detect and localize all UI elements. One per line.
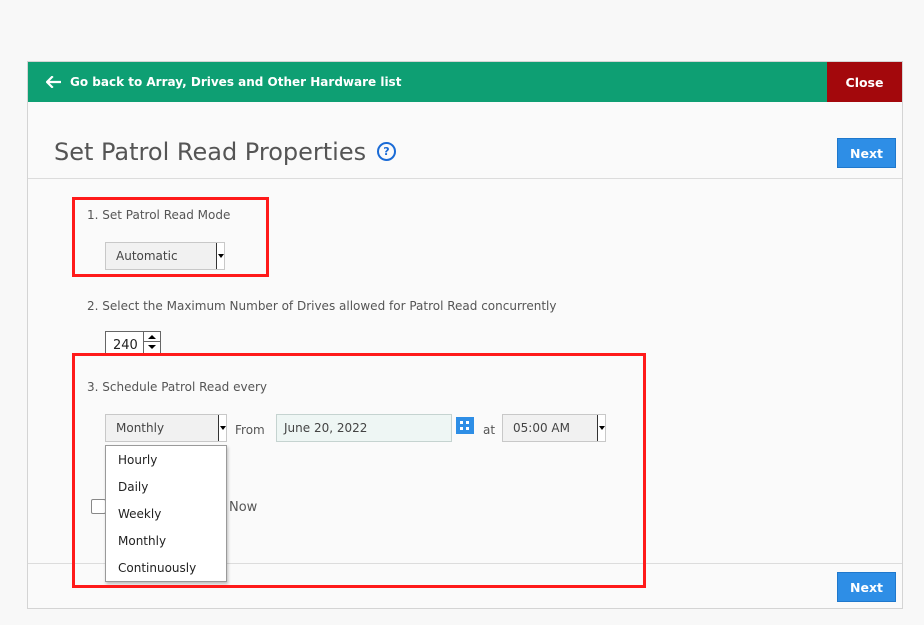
from-label: From (235, 423, 265, 437)
frequency-option-continuously[interactable]: Continuously (106, 554, 226, 581)
frequency-option-weekly[interactable]: Weekly (106, 500, 226, 527)
frequency-dropdown-list: Hourly Daily Weekly Monthly Continuously (105, 445, 227, 582)
next-button-bottom[interactable]: Next (837, 572, 896, 602)
max-drives-value: 240 (113, 338, 138, 353)
help-icon[interactable]: ? (377, 142, 396, 161)
patrol-mode-value: Automatic (116, 249, 178, 263)
at-label: at (483, 423, 496, 437)
page-title: Set Patrol Read Properties (54, 138, 367, 166)
time-value: 05:00 AM (513, 421, 570, 435)
arrow-left-icon (46, 76, 61, 88)
start-now-label: Now (229, 500, 258, 515)
calendar-icon[interactable] (456, 417, 474, 434)
frequency-value: Monthly (116, 421, 165, 435)
frequency-option-hourly[interactable]: Hourly (106, 446, 226, 473)
back-link[interactable]: Go back to Array, Drives and Other Hardw… (46, 62, 401, 102)
max-drives-label: 2. Select the Maximum Number of Drives a… (87, 299, 557, 313)
patrol-mode-label: 1. Set Patrol Read Mode (87, 208, 231, 222)
frequency-option-daily[interactable]: Daily (106, 473, 226, 500)
chevron-down-icon (216, 243, 224, 269)
frequency-option-monthly[interactable]: Monthly (106, 527, 226, 554)
chevron-down-icon (218, 415, 226, 441)
patrol-mode-select[interactable]: Automatic (105, 242, 225, 270)
next-button-top[interactable]: Next (837, 138, 896, 168)
close-button[interactable]: Close (827, 62, 902, 102)
patrol-read-panel: Go back to Array, Drives and Other Hardw… (27, 61, 903, 609)
start-date-field[interactable]: June 20, 2022 (276, 414, 452, 442)
stepper-up-icon[interactable] (144, 332, 160, 342)
header-divider (28, 178, 902, 179)
schedule-label: 3. Schedule Patrol Read every (87, 380, 268, 394)
top-bar: Go back to Array, Drives and Other Hardw… (28, 62, 902, 102)
stepper-down-icon[interactable] (144, 342, 160, 352)
max-drives-stepper[interactable]: 240 (105, 331, 161, 354)
time-select[interactable]: 05:00 AM (502, 414, 606, 442)
chevron-down-icon (597, 415, 605, 441)
back-link-label: Go back to Array, Drives and Other Hardw… (70, 75, 402, 89)
start-now-checkbox[interactable] (91, 499, 106, 514)
start-date-value: June 20, 2022 (284, 421, 368, 435)
stepper-buttons (143, 332, 160, 353)
frequency-select[interactable]: Monthly (105, 414, 227, 442)
